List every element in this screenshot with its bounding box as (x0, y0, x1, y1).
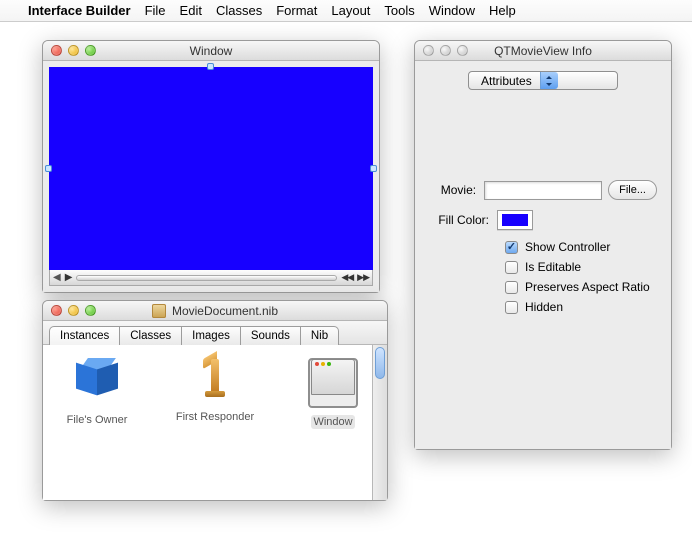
nib-object-files-owner[interactable]: File's Owner (53, 355, 141, 426)
nib-object-label: File's Owner (67, 414, 128, 426)
nib-window-titlebar[interactable]: MovieDocument.nib (43, 301, 387, 321)
qtmovieview-canvas[interactable] (49, 67, 373, 270)
checkbox-label: Hidden (525, 300, 563, 314)
tab-images[interactable]: Images (181, 326, 241, 345)
fill-color-label: Fill Color: (429, 213, 497, 227)
movie-controller-bar: ◀︎ ▶ ◀◀ ▶▶ (49, 270, 373, 286)
choose-file-button[interactable]: File... (608, 180, 657, 200)
check-is-editable[interactable]: Is Editable (505, 260, 657, 274)
minimize-button[interactable] (68, 305, 79, 316)
tab-sounds[interactable]: Sounds (240, 326, 301, 345)
movie-label: Movie: (429, 183, 484, 197)
preview-window-title: Window (49, 44, 373, 58)
nib-document-window: MovieDocument.nib Instances Classes Imag… (42, 300, 388, 501)
scrubber-track[interactable] (76, 275, 337, 281)
checkbox[interactable] (505, 281, 518, 294)
vertical-scrollbar[interactable] (372, 345, 387, 500)
close-button[interactable] (423, 45, 434, 56)
checkbox-label: Is Editable (525, 260, 581, 274)
menu-help[interactable]: Help (489, 3, 516, 18)
inspector-body: Attributes Movie: File... Fill Color: Sh… (415, 61, 671, 449)
checkbox[interactable] (505, 301, 518, 314)
app-menu[interactable]: Interface Builder (28, 3, 131, 18)
checkbox[interactable] (505, 261, 518, 274)
preview-window: Window ◀︎ ▶ ◀◀ ▶▶ (42, 40, 380, 293)
menu-window[interactable]: Window (429, 3, 475, 18)
inspector-titlebar[interactable]: QTMovieView Info (415, 41, 671, 61)
popup-arrows-icon (540, 72, 558, 89)
preview-window-content: ◀︎ ▶ ◀◀ ▶▶ (43, 61, 379, 292)
fill-color-swatch (502, 214, 528, 226)
tab-nib[interactable]: Nib (300, 326, 339, 345)
nib-object-window[interactable]: Window (289, 355, 377, 429)
nib-icon-view[interactable]: File's Owner First Responder Window (43, 345, 387, 500)
fill-color-row: Fill Color: (429, 210, 657, 230)
checkbox-label: Preserves Aspect Ratio (525, 280, 650, 294)
minimize-button[interactable] (440, 45, 451, 56)
menu-tools[interactable]: Tools (384, 3, 414, 18)
nib-object-first-responder[interactable]: First Responder (171, 355, 259, 423)
menu-format[interactable]: Format (276, 3, 317, 18)
fill-color-well[interactable] (497, 210, 533, 230)
resize-handle-top[interactable] (207, 63, 214, 70)
resize-handle-right[interactable] (370, 165, 377, 172)
menu-bar: Interface Builder File Edit Classes Form… (0, 0, 692, 22)
menu-file[interactable]: File (145, 3, 166, 18)
check-show-controller[interactable]: Show Controller (505, 240, 657, 254)
close-button[interactable] (51, 45, 62, 56)
preview-window-titlebar[interactable]: Window (43, 41, 379, 61)
inspector-pane-label: Attributes (481, 74, 532, 88)
movie-text-field[interactable] (484, 181, 602, 200)
close-button[interactable] (51, 305, 62, 316)
checkbox[interactable] (505, 241, 518, 254)
menu-classes[interactable]: Classes (216, 3, 262, 18)
volume-icon[interactable]: ◀︎ (53, 272, 61, 283)
step-forward-icon[interactable]: ▶▶ (357, 272, 369, 283)
zoom-button[interactable] (85, 45, 96, 56)
check-hidden[interactable]: Hidden (505, 300, 657, 314)
movie-field-row: Movie: File... (429, 180, 657, 200)
nib-tabs: Instances Classes Images Sounds Nib (43, 321, 387, 345)
check-preserves-aspect[interactable]: Preserves Aspect Ratio (505, 280, 657, 294)
nib-object-label: Window (311, 415, 354, 429)
menu-layout[interactable]: Layout (331, 3, 370, 18)
minimize-button[interactable] (68, 45, 79, 56)
menu-edit[interactable]: Edit (180, 3, 202, 18)
resize-handle-left[interactable] (45, 165, 52, 172)
nib-document-icon (152, 304, 166, 318)
tab-instances[interactable]: Instances (49, 326, 120, 345)
zoom-button[interactable] (85, 305, 96, 316)
inspector-window: QTMovieView Info Attributes Movie: File.… (414, 40, 672, 450)
play-button-icon[interactable]: ▶ (65, 272, 73, 283)
step-back-icon[interactable]: ◀◀ (341, 272, 353, 283)
nib-object-label: First Responder (176, 411, 254, 423)
tab-classes[interactable]: Classes (119, 326, 182, 345)
checkbox-label: Show Controller (525, 240, 610, 254)
nib-window-title: MovieDocument.nib (49, 304, 381, 318)
inspector-pane-popup[interactable]: Attributes (429, 71, 657, 90)
zoom-button[interactable] (457, 45, 468, 56)
